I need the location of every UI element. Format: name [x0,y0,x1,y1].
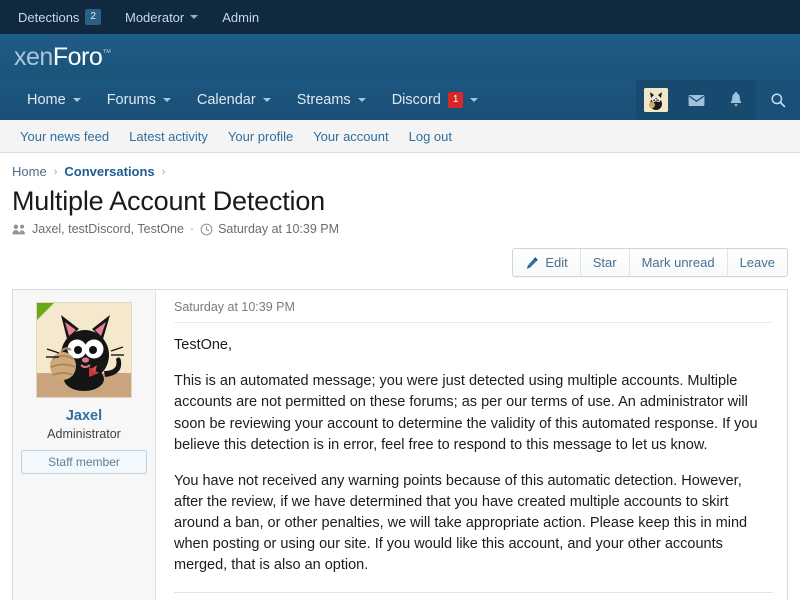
chevron-down-icon [358,98,366,102]
post-paragraph: This is an automated message; you were j… [174,371,773,456]
users-icon [12,223,27,236]
detections-count-badge: 2 [85,9,101,25]
star-button[interactable]: Star [581,249,630,276]
conversation-actions: Edit Star Mark unread Leave [0,236,800,277]
meta-separator: · [189,222,195,236]
edit-button[interactable]: Edit [513,249,580,276]
mark-unread-button-label: Mark unread [642,255,715,270]
post-body: TestOne, This is an automated message; y… [174,323,773,600]
logo-part-foro: Foro [53,43,102,71]
post-timestamp[interactable]: Saturday at 10:39 PM [174,290,773,323]
edit-button-label: Edit [545,255,567,270]
chevron-down-icon [263,98,271,102]
subnav-item-latest-activity[interactable]: Latest activity [119,129,218,144]
xenforo-logo[interactable]: xenForo™ [14,43,111,72]
topbar-item-detections[interactable]: Detections 2 [18,9,115,25]
main-navigation: Home Forums Calendar Streams Discord 1 [0,80,800,120]
nav-item-streams[interactable]: Streams [284,80,379,120]
post-divider [174,592,773,593]
avatar [644,88,668,112]
conversation-start-date: Saturday at 10:39 PM [218,222,339,236]
secondary-navigation: Your news feed Latest activity Your prof… [0,120,800,153]
site-header: xenForo™ [0,34,800,80]
chevron-down-icon [73,98,81,102]
nav-label-streams: Streams [297,92,351,108]
envelope-icon [687,91,706,110]
topbar-label-detections: Detections [18,10,79,25]
topbar-label-moderator: Moderator [125,10,184,25]
title-block: Multiple Account Detection Jaxel, testDi… [0,179,800,236]
post-greeting: TestOne, [174,335,773,356]
chevron-down-icon [470,98,478,102]
nav-label-discord: Discord [392,92,441,108]
chevron-down-icon [190,15,198,19]
breadcrumb-item-home[interactable]: Home [12,164,47,179]
pencil-icon [525,256,539,270]
chevron-down-icon [163,98,171,102]
breadcrumb: Home › Conversations › [0,153,800,179]
nav-item-discord[interactable]: Discord 1 [379,80,492,120]
inbox-button[interactable] [676,80,716,120]
alerts-button[interactable] [716,80,756,120]
message-user-column: Jaxel Administrator Staff member [13,290,156,600]
subnav-item-news-feed[interactable]: Your news feed [10,129,119,144]
post-paragraph: You have not received any warning points… [174,471,773,577]
discord-count-badge: 1 [448,92,464,108]
message-content-column: Saturday at 10:39 PM TestOne, This is an… [156,290,787,600]
leave-button[interactable]: Leave [728,249,787,276]
admin-topbar: Detections 2 Moderator Admin [0,0,800,34]
nav-label-calendar: Calendar [197,92,256,108]
subnav-item-log-out[interactable]: Log out [399,129,462,144]
nav-label-home: Home [27,92,66,108]
page-title: Multiple Account Detection [12,186,788,217]
conversation-participants: Jaxel, testDiscord, TestOne [32,222,184,236]
mark-unread-button[interactable]: Mark unread [630,249,728,276]
online-indicator-icon [37,303,54,320]
nav-item-home[interactable]: Home [14,80,94,120]
subnav-item-your-account[interactable]: Your account [303,129,398,144]
staff-member-badge: Staff member [21,450,147,474]
nav-label-forums: Forums [107,92,156,108]
topbar-label-admin: Admin [222,10,259,25]
trademark-symbol: ™ [102,47,111,57]
clock-icon [200,223,213,236]
conversation-meta: Jaxel, testDiscord, TestOne · Saturday a… [12,222,788,236]
logo-part-xen: xen [14,43,53,71]
breadcrumb-item-conversations[interactable]: Conversations [64,164,154,179]
nav-item-forums[interactable]: Forums [94,80,184,120]
breadcrumb-separator: › [54,166,58,178]
post-author-title: Administrator [21,427,147,441]
conversation-message: Jaxel Administrator Staff member Saturda… [12,289,788,600]
breadcrumb-separator: › [162,166,166,178]
subnav-item-your-profile[interactable]: Your profile [218,129,303,144]
post-author-name[interactable]: Jaxel [21,408,147,424]
topbar-item-moderator[interactable]: Moderator [125,10,212,25]
search-icon [769,91,787,109]
user-menu-button[interactable] [636,80,676,120]
leave-button-label: Leave [740,255,775,270]
action-button-group: Edit Star Mark unread Leave [512,248,788,277]
nav-item-calendar[interactable]: Calendar [184,80,284,120]
star-button-label: Star [593,255,617,270]
nav-right-toolbar [636,80,800,120]
avatar[interactable] [36,302,132,398]
search-button[interactable] [756,80,800,120]
topbar-item-admin[interactable]: Admin [222,10,273,25]
bell-icon [727,91,745,109]
